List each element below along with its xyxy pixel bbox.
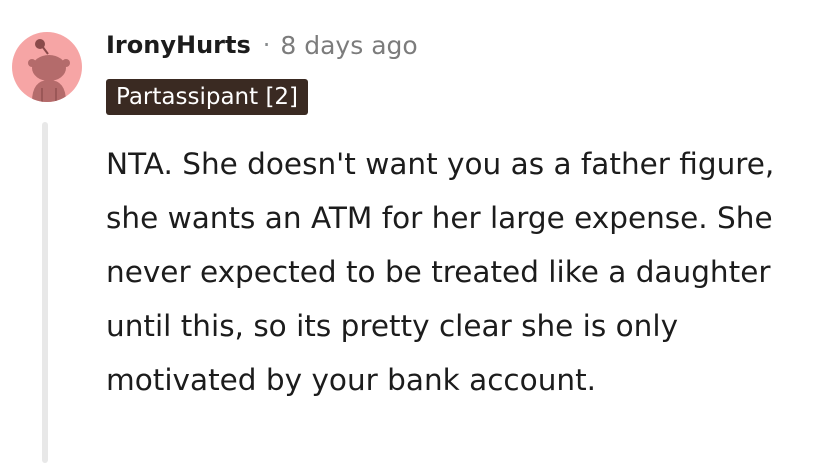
- snoo-avatar-icon: [28, 39, 70, 102]
- thread-collapse-line[interactable]: [42, 122, 48, 463]
- comment: IronyHurts · 8 days ago Partassipant [2]…: [0, 0, 836, 463]
- username-link[interactable]: IronyHurts: [106, 31, 251, 59]
- user-avatar[interactable]: [12, 32, 82, 102]
- comment-body: NTA. She doesn't want you as a father fi…: [106, 147, 775, 397]
- comment-timestamp[interactable]: 8 days ago: [280, 31, 417, 60]
- user-flair: Partassipant [2]: [106, 79, 309, 115]
- meta-separator: ·: [262, 31, 271, 59]
- comment-meta: IronyHurts · 8 days ago: [106, 28, 418, 62]
